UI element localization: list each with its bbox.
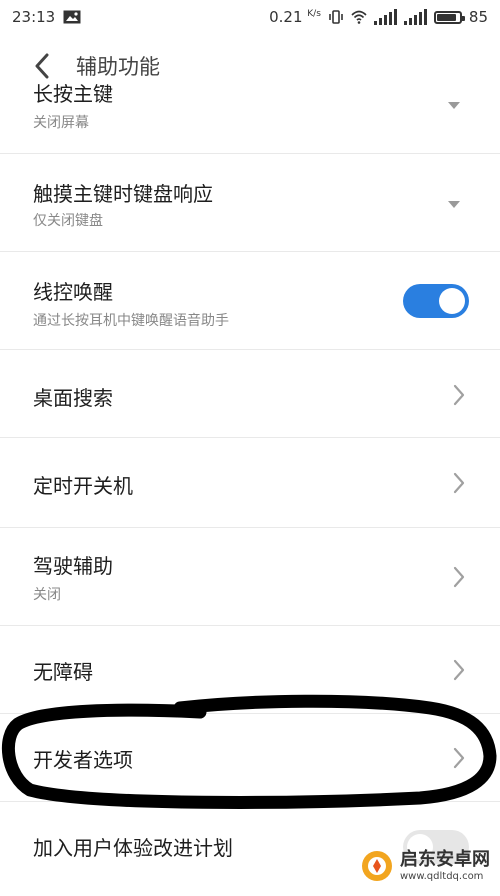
setting-accessibility[interactable]: 无障碍 <box>0 626 500 714</box>
chevron-right-icon <box>453 659 465 681</box>
setting-subtitle: 关闭屏幕 <box>33 115 89 131</box>
setting-wire-control-wakeup[interactable]: 线控唤醒 通过长按耳机中键唤醒语音助手 <box>0 252 500 350</box>
setting-title: 加入用户体验改进计划 <box>33 836 233 860</box>
setting-scheduled-power[interactable]: 定时开关机 <box>0 438 500 528</box>
setting-subtitle: 关闭 <box>33 587 61 603</box>
watermark-url: www.qdltdq.com <box>400 870 484 882</box>
setting-title: 定时开关机 <box>33 474 133 498</box>
wifi-icon <box>351 10 367 24</box>
battery-percent: 85 <box>468 8 488 26</box>
setting-developer-options[interactable]: 开发者选项 <box>0 714 500 802</box>
chevron-right-icon <box>453 566 465 588</box>
vibrate-icon <box>329 10 343 24</box>
watermark: 启东安卓网 www.qdltdq.com <box>360 849 490 883</box>
setting-title: 线控唤醒 <box>33 280 113 304</box>
setting-desktop-search[interactable]: 桌面搜索 <box>0 350 500 438</box>
setting-subtitle: 通过长按耳机中键唤醒语音助手 <box>33 313 229 329</box>
wire-wakeup-toggle[interactable] <box>403 284 469 318</box>
setting-title: 桌面搜索 <box>33 386 113 410</box>
setting-title: 触摸主键时键盘响应 <box>33 182 213 206</box>
gallery-notification-icon <box>63 10 81 24</box>
battery-icon <box>433 10 465 24</box>
setting-long-press-home[interactable]: 长按主键 关闭屏幕 <box>0 74 500 154</box>
chevron-right-icon <box>453 472 465 494</box>
network-speed: 0.21 K/s <box>269 8 321 26</box>
dropdown-arrow-icon[interactable] <box>448 102 460 109</box>
dropdown-arrow-icon[interactable] <box>448 201 460 208</box>
signal-4g-icon <box>403 9 427 25</box>
setting-subtitle: 仅关闭键盘 <box>33 213 103 229</box>
watermark-logo-icon <box>362 851 392 881</box>
status-bar: 23:13 0.21 K/s 85 <box>0 0 500 34</box>
setting-title: 开发者选项 <box>33 748 133 772</box>
setting-title: 驾驶辅助 <box>33 554 113 578</box>
setting-title: 无障碍 <box>33 660 93 684</box>
chevron-right-icon <box>453 384 465 406</box>
setting-driving-assist[interactable]: 驾驶辅助 关闭 <box>0 528 500 626</box>
watermark-name: 启东安卓网 <box>400 848 490 870</box>
setting-home-key-keyboard-response[interactable]: 触摸主键时键盘响应 仅关闭键盘 <box>0 154 500 252</box>
chevron-right-icon <box>453 747 465 769</box>
signal-icon <box>373 9 397 25</box>
status-time: 23:13 <box>12 8 56 26</box>
setting-title: 长按主键 <box>33 82 113 106</box>
